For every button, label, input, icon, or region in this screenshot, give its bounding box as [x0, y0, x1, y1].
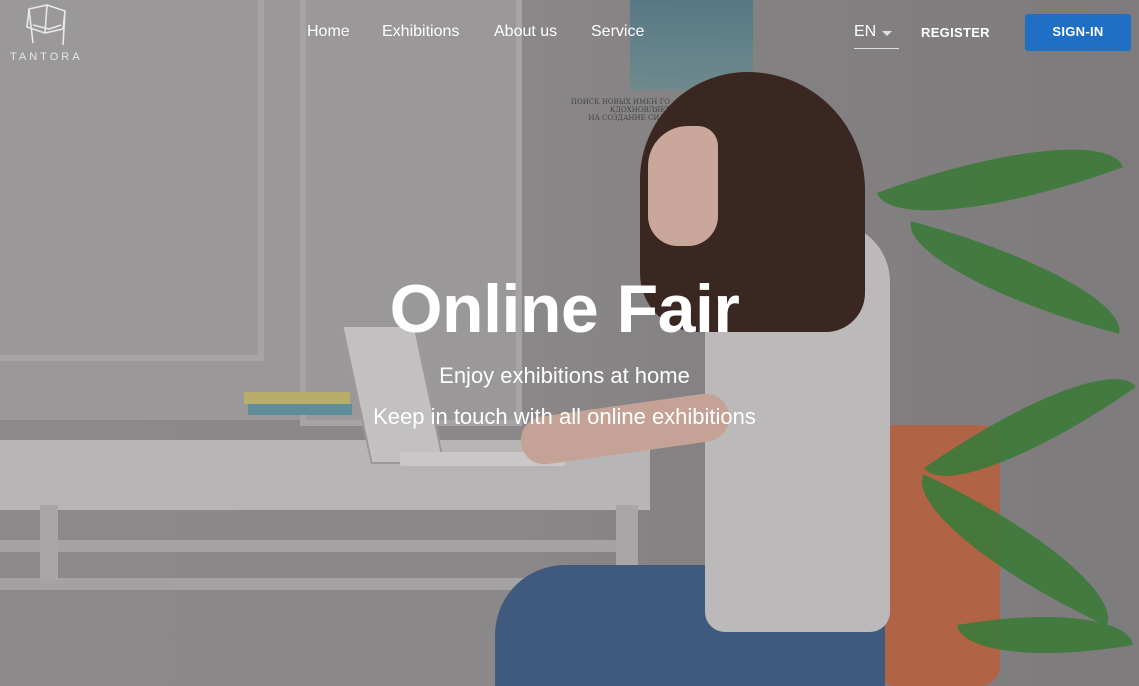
hero-subtitle-secondary: Keep in touch with all online exhibition…: [373, 404, 756, 429]
table-leg: [40, 505, 58, 580]
nav-about-link[interactable]: About us: [494, 23, 557, 41]
brand-name: TANTORA: [10, 51, 83, 63]
hero-subtitle: Enjoy exhibitions at home: [439, 363, 690, 388]
sign-in-button[interactable]: SIGN-IN: [1025, 14, 1131, 51]
register-link[interactable]: REGISTER: [921, 25, 990, 40]
chevron-down-icon: [882, 31, 892, 36]
nav-service-link[interactable]: Service: [591, 23, 644, 41]
language-label: EN: [854, 23, 877, 40]
nav-exhibitions-link[interactable]: Exhibitions: [382, 23, 459, 41]
brand-logo[interactable]: TANTORA: [10, 3, 86, 63]
table-rail: [0, 540, 620, 552]
nav-home-link[interactable]: Home: [307, 23, 350, 41]
chair-outline-icon: [26, 4, 66, 46]
hero-title: Online Fair: [389, 271, 740, 347]
person-face: [648, 126, 718, 246]
book: [244, 392, 350, 404]
poster-text: ПОИСК НОВЫХ ИМЕН ГО КДОХНОВЛЯЕТ НА СОЗДА…: [570, 98, 670, 122]
language-select[interactable]: EN: [854, 23, 899, 49]
